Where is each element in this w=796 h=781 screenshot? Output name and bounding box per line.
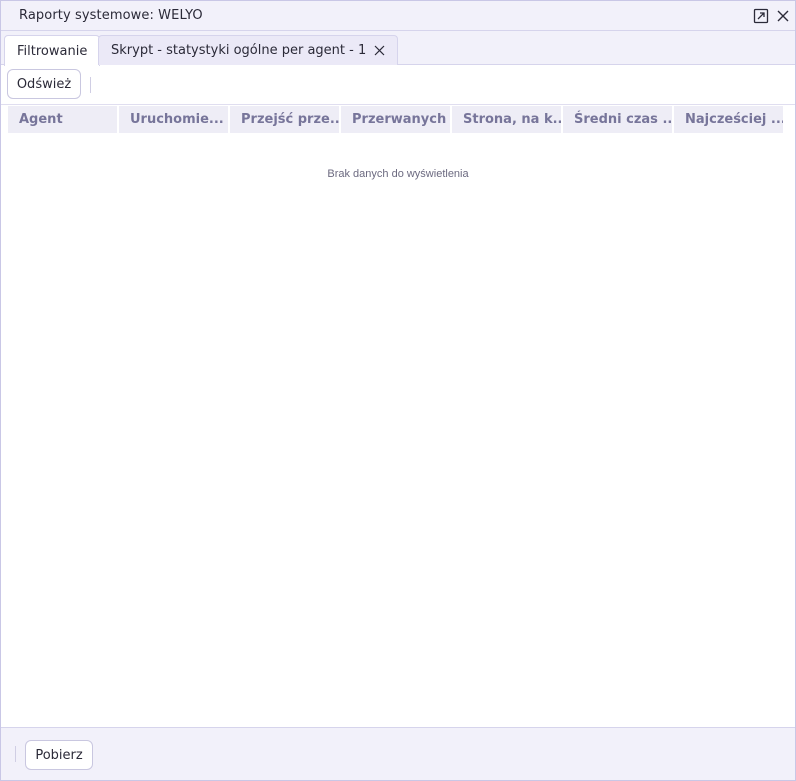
window-title: Raporty systemowe: WELYO: [19, 8, 203, 23]
footer-bar: Pobierz: [1, 727, 795, 780]
toolbar-separator: [90, 77, 91, 93]
tab-bar: Filtrowanie Skrypt - statystyki ogólne p…: [1, 31, 795, 66]
refresh-button[interactable]: Odśwież: [7, 69, 81, 99]
report-window: Raporty systemowe: WELYO Filtrowanie Skr…: [0, 0, 796, 781]
popout-icon[interactable]: [751, 6, 771, 26]
empty-grid-message: Brak danych do wyświetlenia: [327, 168, 469, 180]
footer-separator: [15, 746, 16, 762]
column-header-najczesciej[interactable]: Najcześciej ...: [674, 106, 783, 133]
column-header-strona[interactable]: Strona, na k...: [452, 106, 561, 133]
tab-skrypt-statystyki[interactable]: Skrypt - statystyki ogólne per agent - 1: [98, 35, 399, 65]
tab-filtrowanie[interactable]: Filtrowanie: [4, 35, 101, 66]
tab-label: Filtrowanie: [17, 43, 88, 59]
close-icon[interactable]: [773, 6, 793, 26]
column-header-uruchomienia[interactable]: Uruchomie...: [119, 106, 228, 133]
column-header-przejsc[interactable]: Przejść prze...: [230, 106, 339, 133]
tab-close-icon[interactable]: [374, 45, 385, 56]
column-header-przerwanych[interactable]: Przerwanych: [341, 106, 450, 133]
column-header-sredni-czas[interactable]: Średni czas ...: [563, 106, 672, 133]
grid-header: Agent Uruchomie... Przejść prze... Przer…: [8, 106, 785, 134]
column-header-agent[interactable]: Agent: [8, 106, 117, 133]
title-bar: Raporty systemowe: WELYO: [1, 1, 795, 31]
download-button[interactable]: Pobierz: [25, 740, 93, 770]
tab-label: Skrypt - statystyki ogólne per agent - 1: [111, 43, 367, 58]
toolbar: Odśwież: [1, 65, 795, 105]
